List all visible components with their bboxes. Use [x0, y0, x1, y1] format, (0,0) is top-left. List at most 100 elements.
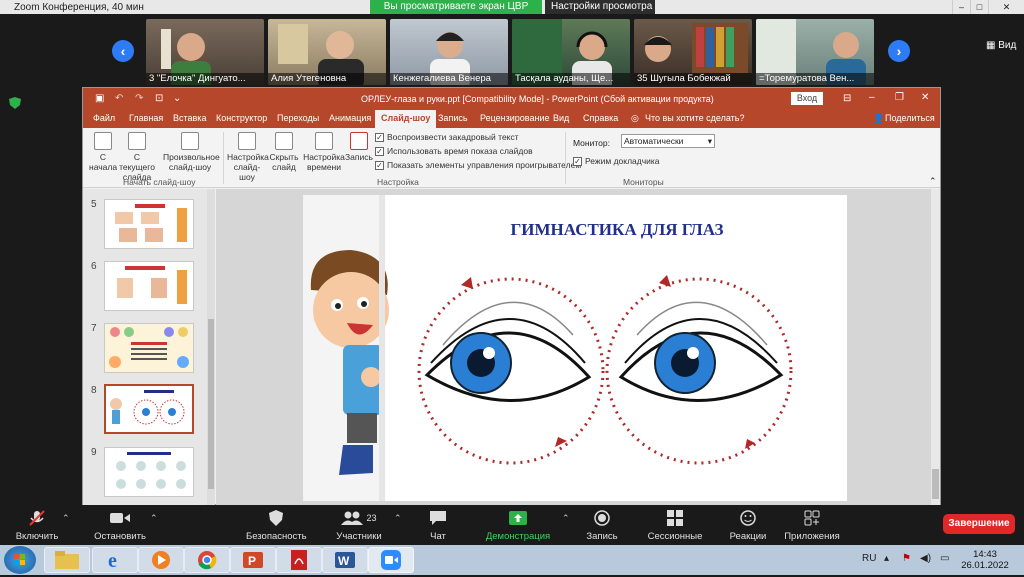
minimize-icon[interactable]: – [869, 92, 875, 103]
chk-narration-label: Воспроизвести закадровый текст [387, 132, 519, 142]
language-indicator[interactable]: RU [862, 553, 876, 564]
chevron-up-icon[interactable]: ⌃ [62, 513, 70, 524]
tab-transitions[interactable]: Переходы [277, 113, 319, 123]
setup-show-button[interactable]: Настройка слайд-шоу [227, 132, 269, 182]
tab-record[interactable]: Запись [438, 113, 468, 123]
network-icon[interactable]: ▭ [940, 553, 949, 564]
custom-show-label: Произвольное слайд-шоу [163, 152, 220, 172]
volume-icon[interactable]: ◀) [920, 553, 931, 564]
scrollbar-thumb[interactable] [208, 319, 214, 489]
redo-icon[interactable]: ↷ [135, 93, 143, 104]
from-current-button[interactable]: С текущего слайда [115, 132, 159, 182]
tab-home[interactable]: Главная [129, 113, 163, 123]
video-tile[interactable]: 35 Шугыла Бобекжай [634, 19, 752, 85]
user-icon: 👤 [873, 113, 885, 123]
tab-view[interactable]: Вид [553, 113, 569, 123]
participants-button[interactable]: 23 Участники [334, 509, 384, 542]
video-tile[interactable]: Кенжегалиева Венера [390, 19, 508, 85]
taskbar-zoom[interactable] [368, 547, 414, 573]
tab-slideshow[interactable]: Слайд-шоу [375, 110, 437, 128]
slide-thumbnail[interactable] [104, 261, 194, 311]
chk-narration[interactable]: ✓ Воспроизвести закадровый текст [375, 132, 519, 142]
scrollbar-thumb[interactable] [932, 469, 939, 499]
monitor-select[interactable]: Автоматически ▾ [621, 134, 715, 148]
custom-show-button[interactable]: Произвольное слайд-шоу [163, 132, 220, 172]
close-icon[interactable]: ✕ [988, 0, 1024, 14]
chat-icon [430, 511, 446, 525]
from-start-button[interactable]: С начала [89, 132, 117, 172]
panel-scrollbar[interactable] [207, 189, 215, 506]
prev-page-button[interactable]: ‹ [112, 40, 134, 62]
video-tile[interactable]: Тасқала ауданы, Ще... [512, 19, 630, 85]
tab-file[interactable]: Файл [93, 113, 115, 123]
undo-icon[interactable]: ↶ [115, 93, 123, 104]
chevron-up-icon[interactable]: ⌃ [150, 513, 158, 524]
save-icon[interactable]: ▣ [95, 93, 104, 104]
video-tile[interactable]: Алия Утегеновна [268, 19, 386, 85]
collapse-ribbon-icon[interactable]: ⌃ [929, 176, 937, 187]
grid-icon: ▦ [986, 40, 996, 51]
share-button[interactable]: Поделиться [885, 113, 935, 123]
chat-button[interactable]: Чат [424, 509, 452, 542]
view-button[interactable]: ▦ Вид [986, 40, 1016, 51]
tab-design[interactable]: Конструктор [216, 113, 267, 123]
next-page-button[interactable]: › [888, 40, 910, 62]
editor-scrollbar[interactable] [931, 189, 940, 506]
reactions-button[interactable]: Реакции [728, 509, 768, 542]
taskbar-word[interactable]: W [322, 547, 368, 573]
slide-number: 5 [91, 199, 97, 210]
slideshow-icon[interactable]: ⊡ [155, 93, 163, 104]
tab-insert[interactable]: Вставка [173, 113, 206, 123]
group-divider [565, 132, 566, 184]
customize-icon[interactable]: ⌄ [173, 93, 181, 104]
chevron-up-icon[interactable]: ⌃ [562, 513, 570, 524]
taskbar-powerpoint[interactable]: P [230, 547, 276, 573]
signin-button[interactable]: Вход [791, 92, 823, 105]
security-button[interactable]: Безопасность [246, 509, 307, 542]
tab-animations[interactable]: Анимация [329, 113, 371, 123]
tell-me-search[interactable]: Что вы хотите сделать? [645, 113, 745, 123]
system-clock[interactable]: 14:43 26.01.2022 [960, 549, 1010, 571]
apps-button[interactable]: Приложения [782, 509, 842, 542]
taskbar-media[interactable] [138, 547, 184, 573]
current-slide[interactable]: ГИМНАСТИКА ДЛЯ ГЛАЗ [303, 195, 847, 501]
chk-timings-label: Использовать время показа слайдов [387, 146, 533, 156]
slide-thumbnail-selected[interactable] [104, 384, 194, 434]
chk-timings[interactable]: ✓ Использовать время показа слайдов [375, 146, 533, 156]
internet-explorer-icon: e [108, 550, 117, 570]
slide-thumbnail[interactable] [104, 199, 194, 249]
taskbar-ie[interactable]: e [92, 547, 138, 573]
end-meeting-button[interactable]: Завершение [943, 514, 1015, 534]
close-icon[interactable]: ✕ [921, 92, 929, 103]
taskbar-chrome[interactable] [184, 547, 230, 573]
flag-icon[interactable]: ⚑ [902, 553, 911, 564]
chk-media-controls[interactable]: ✓ Показать элементы управления проигрыват… [375, 160, 581, 170]
video-tile[interactable]: 3 "Елочка" Дингуато... [146, 19, 264, 85]
taskbar-acrobat[interactable] [276, 547, 322, 573]
tab-help[interactable]: Справка [583, 113, 618, 123]
rehearse-timings-button[interactable]: Настройка времени [303, 132, 345, 172]
taskbar-explorer[interactable] [44, 547, 90, 573]
maximize-icon[interactable]: □ [970, 0, 988, 14]
apps-icon [804, 510, 820, 526]
clock-time: 14:43 [973, 549, 997, 560]
restore-icon[interactable]: ❐ [895, 92, 904, 103]
video-tile[interactable]: =Торемуратова Вен... [756, 19, 874, 85]
participants-icon [341, 511, 364, 525]
chk-presenter-view[interactable]: ✓ Режим докладчика [573, 156, 660, 166]
start-button[interactable] [4, 546, 36, 574]
hide-slide-button[interactable]: Скрыть слайд [269, 132, 299, 172]
minimize-icon[interactable]: – [952, 0, 970, 14]
ribbon-display-icon[interactable]: ⊟ [843, 93, 851, 104]
record-button[interactable]: Запись [584, 509, 620, 542]
slide-thumbnail[interactable] [104, 323, 194, 373]
view-options-button[interactable]: Настройки просмотра ⌄ [545, 0, 655, 26]
setup-icon [238, 132, 256, 150]
slide-thumbnail[interactable] [104, 447, 194, 497]
record-button[interactable]: Запись [345, 132, 373, 162]
mic-muted-icon [29, 510, 45, 526]
tab-review[interactable]: Рецензирование [480, 113, 550, 123]
checkbox-checked-icon: ✓ [375, 160, 384, 170]
tray-arrow-icon[interactable]: ▴ [884, 553, 889, 564]
chevron-up-icon[interactable]: ⌃ [394, 513, 402, 524]
